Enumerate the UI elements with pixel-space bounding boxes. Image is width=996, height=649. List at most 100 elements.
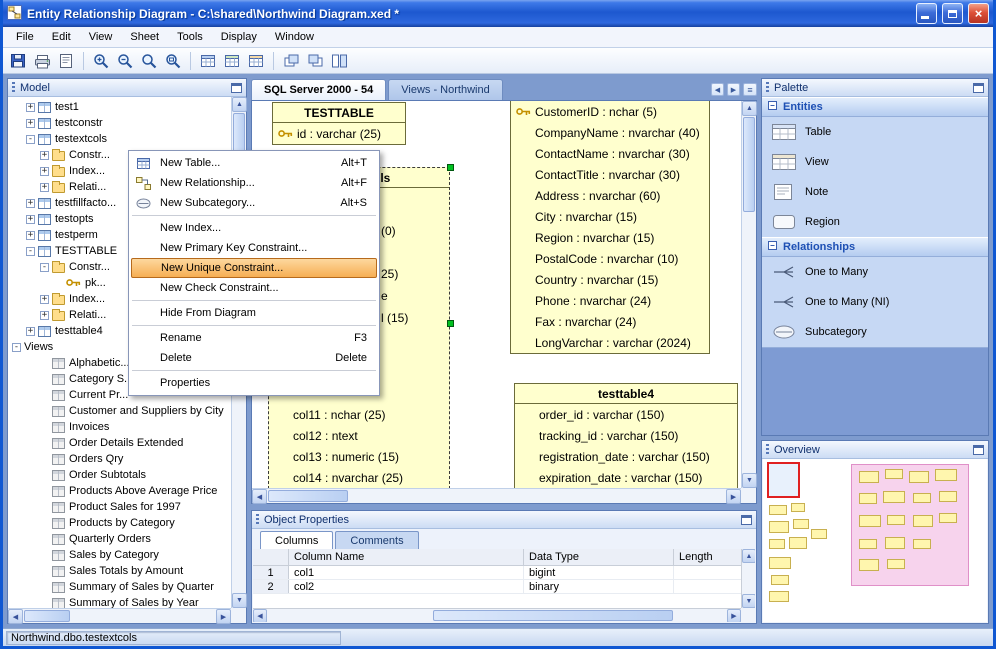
menu-tools[interactable]: Tools xyxy=(168,28,212,46)
column-header-column-name[interactable]: Column Name xyxy=(289,549,524,565)
scroll-right-button[interactable]: ▶ xyxy=(216,609,231,624)
grid-cell[interactable]: 1 xyxy=(253,566,289,579)
menu-sheet[interactable]: Sheet xyxy=(121,28,168,46)
tree-item-products-by-category[interactable]: Products by Category xyxy=(8,515,231,531)
table-key-button[interactable] xyxy=(245,50,267,72)
scroll-down-button[interactable]: ▼ xyxy=(742,594,755,608)
plus-expander-icon[interactable]: + xyxy=(26,231,35,240)
tree-horizontal-scrollbar[interactable]: ◀ ▶ xyxy=(8,608,231,623)
scroll-thumb[interactable] xyxy=(268,490,348,502)
zoom-out-button[interactable] xyxy=(114,50,136,72)
tree-item-quarterly-orders[interactable]: Quarterly Orders xyxy=(8,531,231,547)
context-menu-properties[interactable]: Properties xyxy=(131,373,377,393)
bring-to-front-button[interactable] xyxy=(280,50,302,72)
plus-expander-icon[interactable]: + xyxy=(40,151,49,160)
overview-content[interactable] xyxy=(763,459,987,622)
grid-cell[interactable]: bigint xyxy=(524,566,674,579)
column-header-data-type[interactable]: Data Type xyxy=(524,549,674,565)
scroll-right-button[interactable]: ▶ xyxy=(726,489,741,504)
scroll-left-button[interactable]: ◀ xyxy=(253,609,267,622)
context-menu-new-relationship[interactable]: New Relationship...Alt+F xyxy=(131,173,377,193)
palette-header[interactable]: Palette xyxy=(762,79,988,97)
context-menu-new-subcategory[interactable]: New Subcategory...Alt+S xyxy=(131,193,377,213)
palette-section-relationships[interactable]: Relationships xyxy=(762,237,988,257)
selection-handle[interactable] xyxy=(447,164,454,171)
tree-item-invoices[interactable]: Invoices xyxy=(8,419,231,435)
plus-expander-icon[interactable]: + xyxy=(26,327,35,336)
minimize-button[interactable] xyxy=(916,3,937,24)
context-menu-hide-from-diagram[interactable]: Hide From Diagram xyxy=(131,303,377,323)
tree-item-summary-of-sales-by-year[interactable]: Summary of Sales by Year xyxy=(8,595,231,608)
float-panel-icon[interactable] xyxy=(973,445,984,455)
plus-expander-icon[interactable]: + xyxy=(40,311,49,320)
plus-expander-icon[interactable]: + xyxy=(26,215,35,224)
context-menu-new-check-constraint[interactable]: New Check Constraint... xyxy=(131,278,377,298)
tree-item-test1[interactable]: +test1 xyxy=(8,99,231,115)
scroll-thumb[interactable] xyxy=(743,117,755,212)
scroll-up-button[interactable]: ▲ xyxy=(742,549,755,563)
tree-item-sales-totals-by-amount[interactable]: Sales Totals by Amount xyxy=(8,563,231,579)
send-to-back-button[interactable] xyxy=(304,50,326,72)
scroll-left-button[interactable]: ◀ xyxy=(8,609,23,624)
grid-cell[interactable]: col1 xyxy=(289,566,524,579)
plus-expander-icon[interactable]: + xyxy=(26,199,35,208)
tab-sql-server-2000-54[interactable]: SQL Server 2000 - 54 xyxy=(251,79,386,100)
palette-item-region[interactable]: Region xyxy=(762,207,988,237)
tree-item-orders-qry[interactable]: Orders Qry xyxy=(8,451,231,467)
zoom-in-button[interactable] xyxy=(90,50,112,72)
scroll-down-button[interactable]: ▼ xyxy=(232,593,247,608)
tree-item-testextcols[interactable]: -testextcols xyxy=(8,131,231,147)
plus-expander-icon[interactable]: + xyxy=(40,167,49,176)
grid-cell[interactable]: 2 xyxy=(253,580,289,593)
scroll-thumb[interactable] xyxy=(433,610,673,621)
overview-viewport[interactable] xyxy=(767,462,800,498)
palette-item-view[interactable]: View xyxy=(762,147,988,177)
diagram-table-testtable[interactable]: TESTTABLEid : varchar (25) xyxy=(272,102,406,145)
grid-row[interactable]: 1col1bigint xyxy=(253,566,755,580)
palette-item-note[interactable]: Note xyxy=(762,177,988,207)
model-panel-header[interactable]: Model xyxy=(8,79,246,97)
plus-expander-icon[interactable]: + xyxy=(26,103,35,112)
tree-item-sales-by-category[interactable]: Sales by Category xyxy=(8,547,231,563)
context-menu-delete[interactable]: DeleteDelete xyxy=(131,348,377,368)
column-header-row-number[interactable] xyxy=(253,549,289,565)
zoom-region-button[interactable] xyxy=(162,50,184,72)
minus-expander-icon[interactable]: - xyxy=(26,135,35,144)
print-preview-button[interactable] xyxy=(55,50,77,72)
tree-item-customer-and-suppliers-by-city[interactable]: Customer and Suppliers by City xyxy=(8,403,231,419)
op-vertical-scrollbar[interactable]: ▲ ▼ xyxy=(741,549,755,608)
scroll-down-button[interactable]: ▼ xyxy=(742,473,757,488)
canvas-vertical-scrollbar[interactable]: ▲ ▼ xyxy=(741,101,756,488)
scroll-up-button[interactable]: ▲ xyxy=(232,97,247,112)
float-panel-icon[interactable] xyxy=(973,83,984,93)
drag-grip-icon[interactable] xyxy=(256,514,259,525)
tree-item-summary-of-sales-by-quarter[interactable]: Summary of Sales by Quarter xyxy=(8,579,231,595)
grid-row[interactable]: 2col2binary xyxy=(253,580,755,594)
grid-cell[interactable]: col2 xyxy=(289,580,524,593)
drag-grip-icon[interactable] xyxy=(12,82,15,93)
scroll-thumb[interactable] xyxy=(24,610,70,622)
show-grid-button[interactable] xyxy=(197,50,219,72)
new-table-button[interactable] xyxy=(221,50,243,72)
palette-item-table[interactable]: Table xyxy=(762,117,988,147)
tab-views-northwind[interactable]: Views - Northwind xyxy=(388,79,502,100)
tile-sheets-button[interactable] xyxy=(328,50,350,72)
palette-item-one-to-many-ni[interactable]: One to Many (NI) xyxy=(762,287,988,317)
maximize-button[interactable] xyxy=(942,3,963,24)
context-menu-new-index[interactable]: New Index... xyxy=(131,218,377,238)
scroll-right-button[interactable]: ▶ xyxy=(727,609,741,622)
palette-item-one-to-many[interactable]: One to Many xyxy=(762,257,988,287)
op-tab-columns[interactable]: Columns xyxy=(260,531,333,549)
palette-section-entities[interactable]: Entities xyxy=(762,97,988,117)
diagram-table-partial-top-table[interactable]: CustomerID : nchar (5)CompanyName : nvar… xyxy=(510,101,710,354)
grid-cell[interactable] xyxy=(674,580,747,593)
canvas-horizontal-scrollbar[interactable]: ◀ ▶ xyxy=(252,488,741,503)
diagram-table-testtable4[interactable]: testtable4order_id : varchar (150)tracki… xyxy=(514,383,738,488)
print-button[interactable] xyxy=(31,50,53,72)
scroll-up-button[interactable]: ▲ xyxy=(742,101,757,116)
float-panel-icon[interactable] xyxy=(231,83,242,93)
grid-cell[interactable]: binary xyxy=(524,580,674,593)
tree-item-order-details-extended[interactable]: Order Details Extended xyxy=(8,435,231,451)
menu-display[interactable]: Display xyxy=(212,28,266,46)
float-panel-icon[interactable] xyxy=(741,515,752,525)
